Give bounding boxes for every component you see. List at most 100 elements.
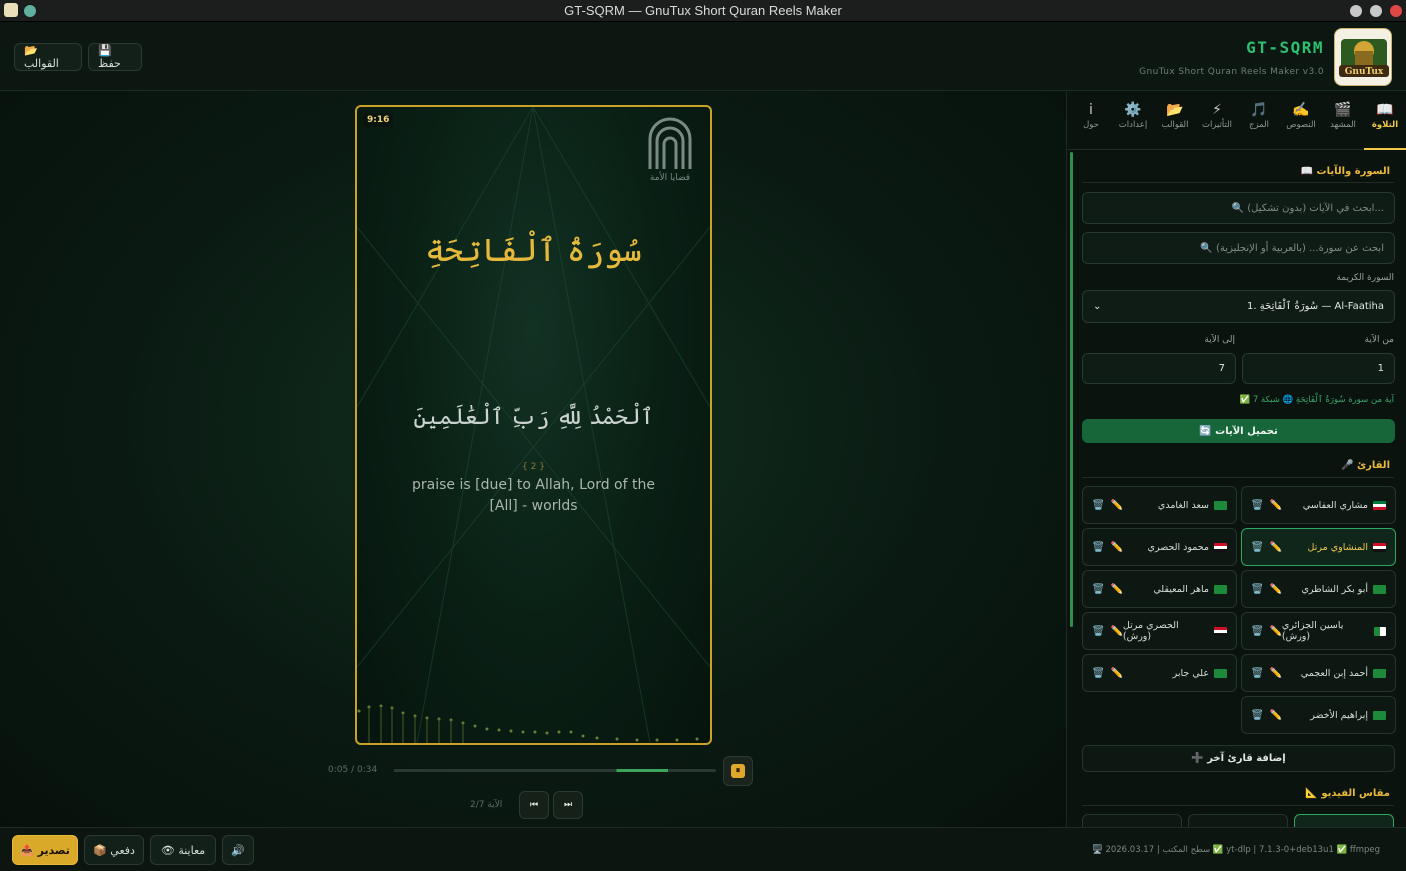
reciter-card[interactable]: 🗑️ ✏️ الحصري مرتل (ورش) xyxy=(1082,612,1237,650)
tab-scene[interactable]: 🎬 المشهد xyxy=(1322,100,1364,130)
flag-icon xyxy=(1214,542,1227,552)
book-icon: 📖 xyxy=(1376,102,1394,118)
brand-title: GT-SQRM xyxy=(1246,38,1324,57)
edit-icon[interactable]: ✏️ xyxy=(1110,626,1122,637)
edit-icon[interactable]: ✏️ xyxy=(1110,584,1122,595)
reciter-name: ياسين الجزائري (ورش) xyxy=(1281,620,1344,642)
reciter-card[interactable]: 🗑️ ✏️ أبو بكر الشاطري xyxy=(1241,570,1396,608)
reciter-actions: 🗑️ ✏️ xyxy=(1092,500,1123,511)
reciter-card[interactable]: 🗑️ ✏️ محمود الحصري xyxy=(1082,528,1237,566)
reciter-card[interactable]: 🗑️ ✏️ المنشاوي مرتل xyxy=(1241,528,1396,566)
tab-mix[interactable]: 🎵 المزج xyxy=(1238,100,1280,130)
divider xyxy=(1082,182,1394,183)
tab-recitation[interactable]: 📖 التلاوة xyxy=(1364,100,1406,150)
video-ratio-section-title: 📐 مقاس الفيديو xyxy=(1305,788,1390,799)
reel-preview-canvas[interactable]: 9:16 قضايا الأمة سُورَةُ ٱلْفَاتِحَةِ ٱل… xyxy=(355,105,712,745)
edit-icon[interactable]: ✏️ xyxy=(1269,542,1281,553)
reciter-actions: 🗑️ ✏️ xyxy=(1092,542,1123,553)
tab-label: المزج xyxy=(1248,120,1270,130)
tab-bar: 📖 التلاوة 🎬 المشهد ✍️ النصوص 🎵 المزج ⚡ التأثي… xyxy=(1067,92,1406,150)
delete-icon[interactable]: 🗑️ xyxy=(1251,668,1263,679)
edit-icon[interactable]: ✏️ xyxy=(1110,500,1122,511)
divider xyxy=(1082,805,1394,806)
reciter-actions: 🗑️ ✏️ xyxy=(1092,626,1123,637)
edit-icon[interactable]: ✏️ xyxy=(1269,626,1281,637)
window-titlebar: GT-SQRM — GnuTux Short Quran Reels Maker xyxy=(0,0,1406,22)
reciter-card[interactable]: 🗑️ ✏️ سعد الغامدي xyxy=(1082,486,1237,524)
flag-icon xyxy=(1214,500,1227,510)
delete-icon[interactable]: 🗑️ xyxy=(1092,542,1104,553)
system-info: 🖥️ سطح المكتب | 2026.03.17 ✅ yt-dlp | 7.… xyxy=(1092,845,1380,855)
tab-label: إعدادات xyxy=(1118,120,1148,130)
ayah-search-input[interactable]: 🔍 ابحث في الآيات (بدون تشكيل)... xyxy=(1082,192,1395,224)
close-icon[interactable] xyxy=(1390,5,1402,17)
edit-icon[interactable]: ✏️ xyxy=(1110,668,1122,679)
ayah-counter: الآية 2/7 xyxy=(470,800,503,810)
delete-icon[interactable]: 🗑️ xyxy=(1092,626,1104,637)
writing-hand-icon: ✍️ xyxy=(1292,102,1310,118)
reciter-card[interactable]: 🗑️ ✏️ علي جابر xyxy=(1082,654,1237,692)
edit-icon[interactable]: ✏️ xyxy=(1269,668,1281,679)
preview-area: 9:16 قضايا الأمة سُورَةُ ٱلْفَاتِحَةِ ٱل… xyxy=(0,92,1066,827)
delete-icon[interactable]: 🗑️ xyxy=(1251,626,1263,637)
tab-about[interactable]: i حول xyxy=(1070,100,1112,130)
panel-scrollbar[interactable] xyxy=(1070,152,1073,627)
load-status: ✅ 7 آية من سورة سُورَةُ ٱلْفَاتِحَةِ 🌐 ش… xyxy=(1239,395,1394,405)
batch-button[interactable]: 📦 دفعي xyxy=(84,835,144,865)
delete-icon[interactable]: 🗑️ xyxy=(1092,668,1104,679)
surah-select[interactable]: ⌄ 1. سُورَةُ ٱلْفَاتِحَةِ — Al-Faatiha xyxy=(1082,290,1395,323)
templates-button[interactable]: 📂 القوالب xyxy=(14,43,82,71)
export-button[interactable]: 📤 تصدير xyxy=(12,835,78,865)
save-button[interactable]: 💾 حفظ xyxy=(88,43,142,71)
preview-button[interactable]: 👁 معاينة xyxy=(150,835,216,865)
tab-label: التأثيرات xyxy=(1201,120,1233,130)
from-ayah-input[interactable]: 1 xyxy=(1242,353,1395,384)
tab-texts[interactable]: ✍️ النصوص xyxy=(1280,100,1322,130)
edit-icon[interactable]: ✏️ xyxy=(1269,500,1281,511)
flag-icon xyxy=(1214,668,1227,678)
sound-button[interactable]: 🔊 xyxy=(222,835,254,865)
reciter-name: مشاري العفاسي xyxy=(1302,499,1368,511)
reciter-name: ماهر المعيقلي xyxy=(1153,583,1209,595)
load-ayahs-button[interactable]: 🔄 تحميل الآيات xyxy=(1082,419,1395,443)
delete-icon[interactable]: 🗑️ xyxy=(1251,542,1263,553)
flag-icon xyxy=(1373,710,1386,720)
reciter-card[interactable]: 🗑️ ✏️ إبراهيم الأخضر xyxy=(1241,696,1396,734)
minimize-icon[interactable] xyxy=(1350,5,1362,17)
delete-icon[interactable]: 🗑️ xyxy=(1251,710,1263,721)
playback-progress[interactable] xyxy=(394,769,716,772)
window-title: GT-SQRM — GnuTux Short Quran Reels Maker xyxy=(564,3,842,18)
next-icon: ⏭ xyxy=(563,800,573,810)
reciter-card[interactable]: 🗑️ ✏️ ياسين الجزائري (ورش) xyxy=(1241,612,1396,650)
reciter-name-wrap: ياسين الجزائري (ورش) xyxy=(1282,620,1386,642)
pin-icon[interactable] xyxy=(24,5,36,17)
tab-settings[interactable]: ⚙️ إعدادات xyxy=(1112,100,1154,130)
pause-button[interactable]: ⏸ xyxy=(723,756,753,786)
ayah-text: ٱلْحَمْدُ لِلَّهِ رَبِّ ٱلْعَٰلَمِينَ xyxy=(413,405,654,430)
translation-text: praise is [due] to Allah, Lord of the [A… xyxy=(412,477,655,514)
delete-icon[interactable]: 🗑️ xyxy=(1251,584,1263,595)
edit-icon[interactable]: ✏️ xyxy=(1110,542,1122,553)
delete-icon[interactable]: 🗑️ xyxy=(1092,500,1104,511)
tab-templates[interactable]: 📂 القوالب xyxy=(1154,100,1196,130)
reciter-card[interactable]: 🗑️ ✏️ مشاري العفاسي xyxy=(1241,486,1396,524)
reciter-card[interactable]: 🗑️ ✏️ ماهر المعيقلي xyxy=(1082,570,1237,608)
maximize-icon[interactable] xyxy=(1370,5,1382,17)
flag-icon xyxy=(1373,542,1386,552)
tab-effects[interactable]: ⚡ التأثيرات xyxy=(1196,100,1238,130)
add-reciter-button[interactable]: ➕ إضافة قارئ آخر xyxy=(1082,745,1395,772)
delete-icon[interactable]: 🗑️ xyxy=(1251,500,1263,511)
reciter-card[interactable]: 🗑️ ✏️ أحمد إبن العجمي xyxy=(1241,654,1396,692)
surah-search-input[interactable]: 🔍 ابحث عن سورة... (بالعربية أو الإنجليزي… xyxy=(1082,232,1395,264)
tab-label: القوالب xyxy=(1161,120,1189,130)
next-ayah-button[interactable]: ⏭ xyxy=(553,791,583,819)
delete-icon[interactable]: 🗑️ xyxy=(1092,584,1104,595)
edit-icon[interactable]: ✏️ xyxy=(1269,710,1281,721)
edit-icon[interactable]: ✏️ xyxy=(1269,584,1281,595)
aspect-ratio-badge: 9:16 xyxy=(363,113,394,127)
to-ayah-input[interactable]: 7 xyxy=(1082,353,1236,384)
reciter-name-wrap: المنشاوي مرتل xyxy=(1308,542,1386,553)
reciter-name-wrap: سعد الغامدي xyxy=(1158,500,1227,511)
chevron-down-icon: ⌄ xyxy=(1093,301,1102,312)
prev-ayah-button[interactable]: ⏮ xyxy=(519,791,549,819)
